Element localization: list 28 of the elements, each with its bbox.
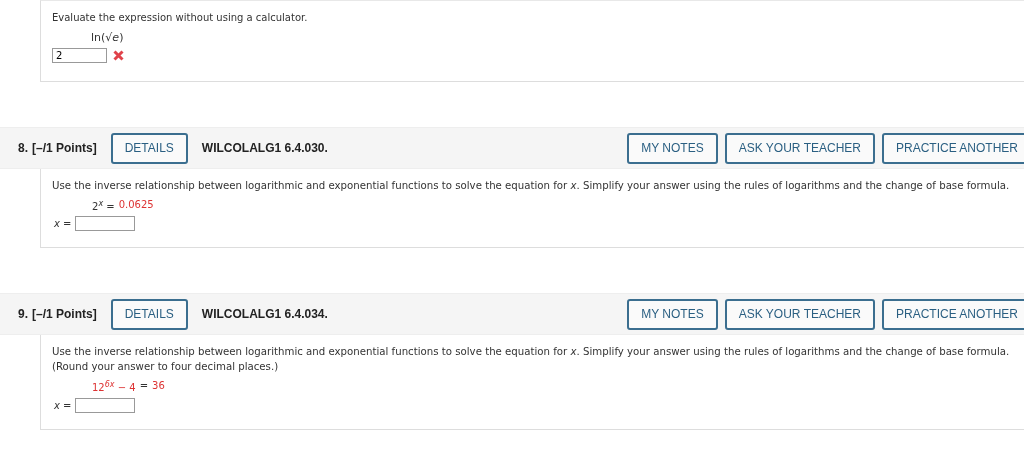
- question-prompt: Use the inverse relationship between logarithmic and exponential functions to solve the equation for x. Simplify your answer using the rules of logarithms and the change of base formula. (Round your answer to four decimal places.): [52, 345, 1011, 375]
- answer-field[interactable]: [75, 216, 136, 232]
- equation-term: 36: [152, 380, 165, 394]
- points-label: [–/1 Points]: [32, 141, 97, 155]
- action-button[interactable]: ASK YOUR TEACHER: [724, 132, 875, 164]
- details-button[interactable]: DETAILS: [110, 298, 188, 330]
- action-button[interactable]: ASK YOUR TEACHER: [724, 298, 875, 330]
- question-code: WILCOLALG1 6.4.034.: [201, 307, 328, 322]
- equation-term: =: [139, 380, 149, 394]
- answer-field[interactable]: 2: [52, 48, 107, 63]
- details-button[interactable]: DETAILS: [110, 132, 188, 164]
- question-number: 8.: [18, 141, 28, 155]
- math-expression: ln(√e): [91, 31, 125, 44]
- equation-term: 0.0625: [118, 199, 154, 212]
- action-button[interactable]: MY NOTES: [627, 132, 718, 164]
- answer-label: x =: [54, 399, 72, 411]
- equation-term: 12$^{6x}$ − 4: [92, 380, 136, 394]
- question-prompt: Evaluate the expression without using a calculator.: [52, 11, 309, 25]
- question-number: 9.: [18, 307, 28, 322]
- points-label: [–/1 Points]: [32, 307, 97, 322]
- action-button[interactable]: MY NOTES: [627, 298, 718, 330]
- action-button[interactable]: PRACTICE ANOTHER: [882, 132, 1024, 164]
- action-button[interactable]: PRACTICE ANOTHER: [882, 298, 1024, 330]
- answer-field[interactable]: [75, 397, 136, 413]
- equation-term: 2$^{x}$ =: [92, 199, 115, 213]
- question-prompt: Use the inverse relationship between logarithmic and exponential functions to solve the equation for x. Simplify your answer using the rules of logarithms and the change of base formula.: [52, 179, 1011, 193]
- question-code: WILCOLALG1 6.4.030.: [201, 141, 328, 155]
- answer-label: x =: [54, 218, 72, 230]
